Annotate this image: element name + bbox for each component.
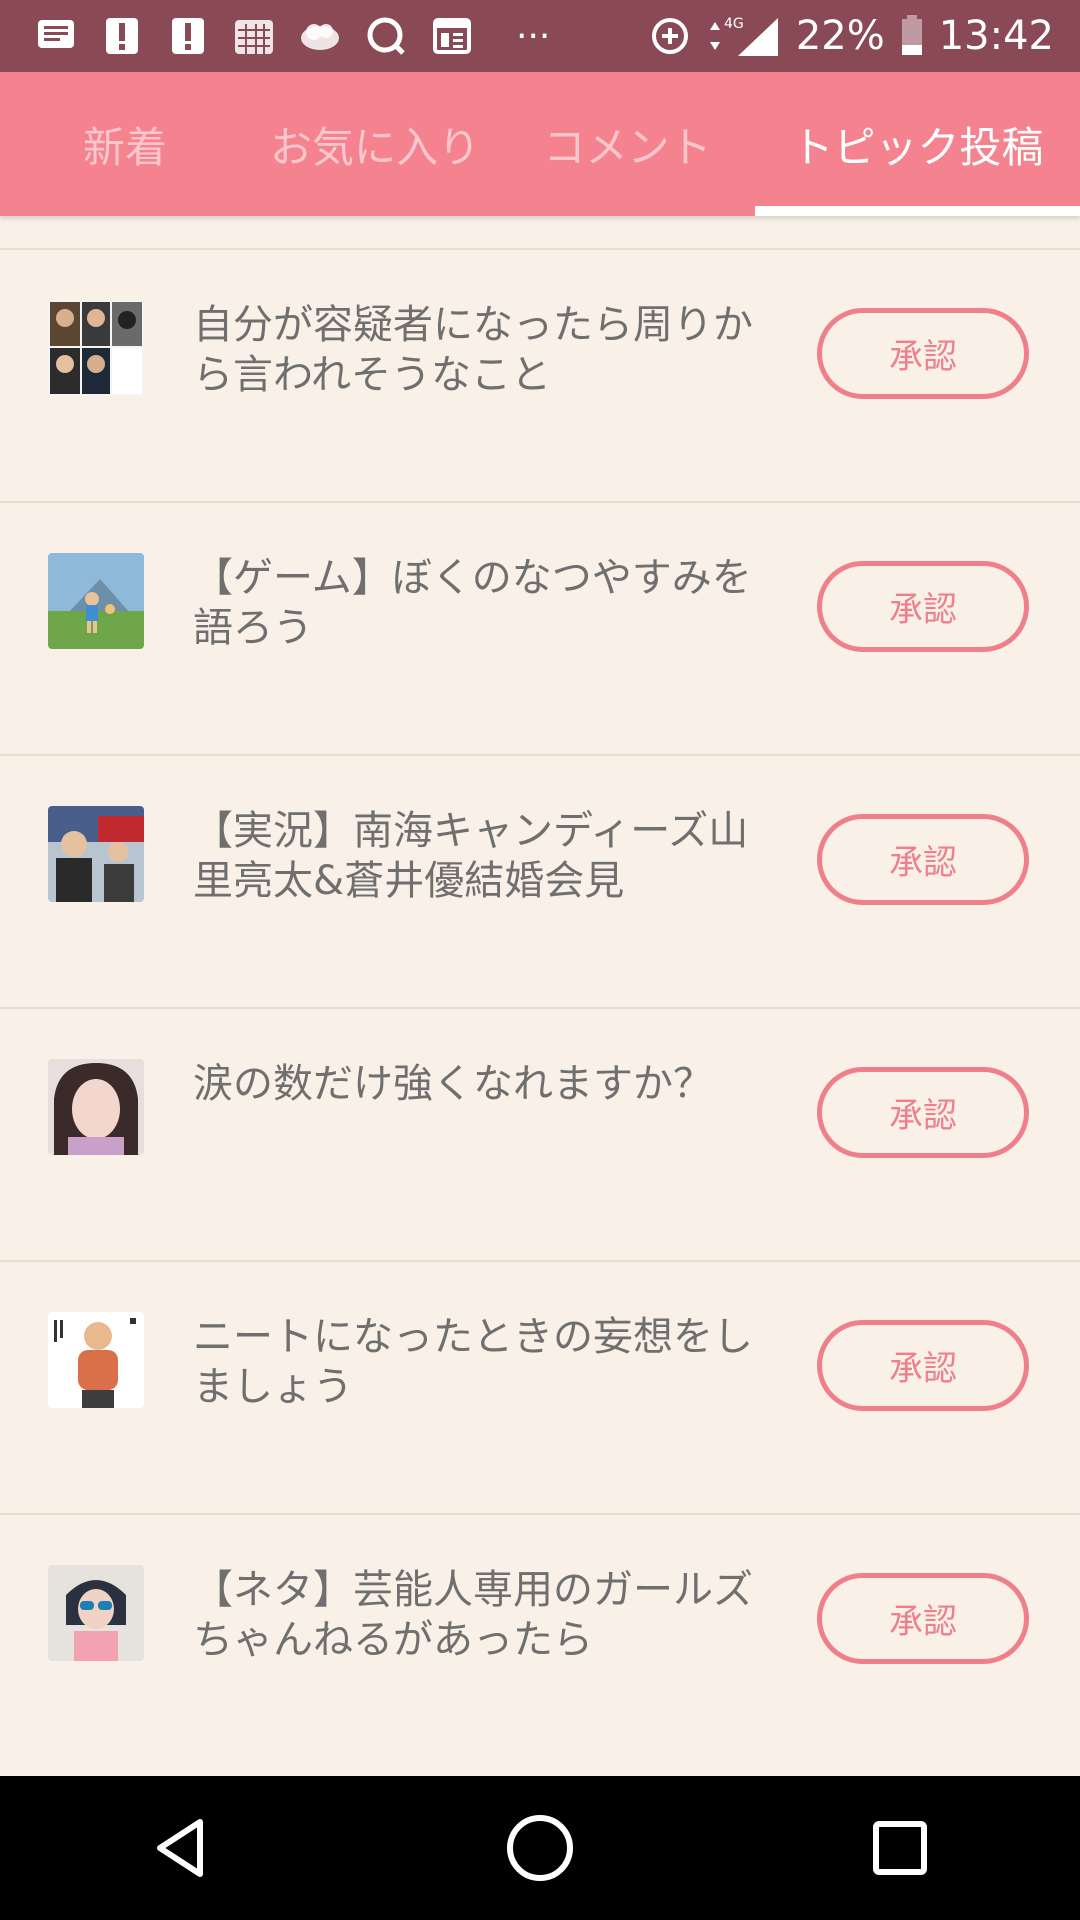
signal-icon: 4G <box>706 14 782 58</box>
search-icon <box>364 14 408 58</box>
topic-title[interactable]: 【ネタ】芸能人専用のガールズちゃんねるがあったら <box>193 1565 783 1665</box>
list-item[interactable]: ニートになったときの妄想をしましょう 承認 <box>0 1260 1080 1513</box>
topic-thumbnail <box>48 1565 144 1661</box>
news-icon <box>430 14 474 58</box>
list-item[interactable]: 自分が容疑者になったら周りから言われそうなこと 承認 <box>0 248 1080 501</box>
topic-thumbnail <box>48 806 144 902</box>
topic-title[interactable]: 【ゲーム】ぼくのなつやすみを語ろう <box>193 553 783 653</box>
status-bar: ··· 4G 22% 13:42 <box>0 0 1080 72</box>
battery-icon <box>899 14 925 58</box>
topic-thumbnail <box>48 1059 144 1155</box>
home-button[interactable] <box>490 1798 590 1898</box>
topic-title[interactable]: 自分が容疑者になったら周りから言われそうなこと <box>193 300 783 400</box>
list-item[interactable]: 【ネタ】芸能人専用のガールズちゃんねるがあったら 承認 <box>0 1513 1080 1766</box>
topic-title[interactable]: 涙の数だけ強くなれますか？ <box>193 1059 783 1109</box>
approve-button[interactable]: 承認 <box>817 1067 1029 1158</box>
message-icon <box>34 14 78 58</box>
approve-button[interactable]: 承認 <box>817 814 1029 905</box>
back-triangle-icon <box>157 1819 203 1877</box>
topic-thumbnail <box>48 1312 144 1408</box>
tab-favorites[interactable]: お気に入り <box>250 72 500 216</box>
approve-button[interactable]: 承認 <box>817 1573 1029 1664</box>
recents-button[interactable] <box>850 1798 950 1898</box>
list-item[interactable]: 【実況】南海キャンディーズ山里亮太&蒼井優結婚会見 承認 <box>0 754 1080 1007</box>
tab-topic-posts[interactable]: トピック投稿 <box>755 72 1080 216</box>
list-item[interactable]: 【ゲーム】ぼくのなつやすみを語ろう 承認 <box>0 501 1080 754</box>
topic-thumbnail <box>48 553 144 649</box>
tab-bar: 新着 お気に入り コメント トピック投稿 <box>0 72 1080 216</box>
approve-button[interactable]: 承認 <box>817 308 1029 399</box>
approve-button[interactable]: 承認 <box>817 1320 1029 1411</box>
svg-text:4G: 4G <box>724 16 744 32</box>
system-status: 4G 22% 13:42 <box>648 13 1080 59</box>
alert-icon <box>166 14 210 58</box>
approve-button[interactable]: 承認 <box>817 561 1029 652</box>
alert-icon <box>100 14 144 58</box>
tab-comments[interactable]: コメント <box>500 72 755 216</box>
calendar-icon <box>232 14 276 58</box>
battery-percent: 22% <box>795 13 885 59</box>
system-nav-bar <box>0 1776 1080 1920</box>
list-item[interactable]: 涙の数だけ強くなれますか？ 承認 <box>0 1007 1080 1260</box>
cloud-icon <box>298 14 342 58</box>
more-notifications-dots: ··· <box>516 15 551 57</box>
home-circle-icon <box>507 1815 573 1881</box>
recents-square-icon <box>873 1821 927 1875</box>
topic-list: 自分が容疑者になったら周りから言われそうなこと 承認 【ゲーム】ぼくのなつやすみ… <box>0 248 1080 1766</box>
topic-thumbnail <box>48 300 144 396</box>
back-button[interactable] <box>130 1798 230 1898</box>
tab-new[interactable]: 新着 <box>0 72 250 216</box>
clock: 13:42 <box>938 13 1054 59</box>
notification-icons: ··· <box>0 14 550 58</box>
topic-title[interactable]: ニートになったときの妄想をしましょう <box>193 1312 783 1412</box>
data-saver-icon <box>648 14 692 58</box>
topic-title[interactable]: 【実況】南海キャンディーズ山里亮太&蒼井優結婚会見 <box>193 806 783 906</box>
